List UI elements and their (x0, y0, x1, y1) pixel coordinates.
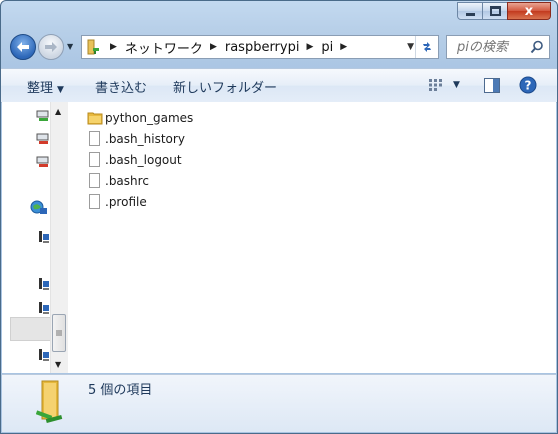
search-icon[interactable] (530, 40, 544, 58)
file-name: .bashrc (105, 173, 149, 188)
maximize-icon (489, 6, 501, 16)
item-count: 5 個の項目 (88, 383, 153, 398)
search-input[interactable] (457, 39, 529, 55)
network-folder-large-icon (35, 379, 76, 427)
list-item[interactable]: .bashrc (87, 171, 149, 190)
computer-icon[interactable] (36, 229, 50, 248)
navigation-pane: ▲ ▼ (2, 102, 68, 373)
breadcrumb-separator-icon[interactable]: ▶ (340, 42, 347, 52)
minimize-button[interactable] (457, 2, 483, 20)
chevron-down-icon: ▼ (57, 85, 64, 95)
close-button[interactable]: x (507, 2, 551, 20)
navigation-pane-scrollbar[interactable]: ▲ ▼ (50, 102, 68, 373)
back-button[interactable] (10, 34, 36, 60)
breadcrumb-raspberrypi[interactable]: raspberrypi (225, 40, 300, 55)
list-item[interactable]: python_games (87, 108, 193, 127)
organize-button[interactable]: 整理 ▼ (27, 77, 64, 96)
network-folder-icon (85, 38, 103, 56)
preview-pane-icon (484, 78, 500, 93)
explorer-window: x ▼ ▶ ネットワーク ▶ raspberrypi ▶ pi ▶ ▼ piの検… (0, 0, 558, 434)
scrollbar-thumb[interactable] (52, 314, 66, 352)
breadcrumb-separator-icon[interactable]: ▶ (210, 42, 217, 52)
breadcrumb-pi[interactable]: pi (321, 40, 333, 55)
recent-pages-dropdown[interactable]: ▼ (67, 42, 73, 51)
address-bar[interactable]: ▶ ネットワーク ▶ raspberrypi ▶ pi ▶ ▼ (81, 35, 439, 59)
breadcrumb-separator-icon[interactable]: ▶ (110, 42, 117, 52)
network-drive-icon[interactable] (36, 108, 50, 127)
preview-pane-button[interactable] (484, 78, 500, 97)
maximize-button[interactable] (482, 2, 508, 20)
refresh-icon (423, 42, 431, 52)
file-list: python_games .bash_history .bash_logout … (68, 102, 556, 373)
details-pane: 5 個の項目 (2, 374, 556, 432)
organize-label: 整理 (27, 81, 54, 96)
network-globe-icon[interactable] (30, 200, 48, 220)
document-icon (87, 193, 103, 210)
breadcrumb-separator-icon[interactable]: ▶ (306, 42, 313, 52)
refresh-button[interactable] (415, 36, 438, 58)
document-icon (87, 151, 103, 168)
scroll-up-icon[interactable]: ▲ (55, 107, 61, 116)
search-box[interactable] (446, 35, 550, 59)
forward-arrow-icon (45, 42, 57, 52)
list-item[interactable]: .profile (87, 192, 147, 211)
file-name: .bash_history (105, 131, 185, 146)
views-icon (429, 79, 442, 91)
folder-icon (87, 110, 103, 126)
command-bar: 整理 ▼ 書き込む 新しいフォルダー ▼ ? (1, 68, 557, 103)
computer-icon[interactable] (36, 276, 50, 295)
selected-nav-item[interactable] (10, 317, 51, 341)
navigation-bar: ▼ ▶ ネットワーク ▶ raspberrypi ▶ pi ▶ ▼ (1, 30, 557, 64)
file-name: python_games (105, 110, 194, 125)
scroll-down-icon[interactable]: ▼ (55, 360, 61, 369)
minimize-icon (465, 12, 475, 16)
forward-button[interactable] (38, 34, 64, 60)
list-item[interactable]: .bash_history (87, 129, 185, 148)
address-dropdown-icon[interactable]: ▼ (407, 42, 414, 52)
help-icon: ? (519, 76, 537, 94)
document-icon (87, 172, 103, 189)
change-view-button[interactable] (428, 78, 444, 96)
help-button[interactable]: ? (519, 76, 537, 98)
document-icon (87, 130, 103, 147)
file-name: .profile (105, 194, 147, 209)
computer-icon[interactable] (36, 347, 50, 366)
svg-text:?: ? (525, 79, 532, 93)
close-icon: x (524, 3, 534, 19)
write-button[interactable]: 書き込む (95, 77, 147, 96)
network-drive-disconnected-icon[interactable] (36, 131, 50, 150)
file-name: .bash_logout (105, 152, 182, 167)
list-item[interactable]: .bash_logout (87, 150, 182, 169)
caption-buttons: x (457, 2, 551, 20)
views-dropdown-icon[interactable]: ▼ (453, 80, 460, 90)
network-drive-disconnected-icon[interactable] (36, 154, 50, 173)
grip-icon (56, 330, 62, 336)
back-arrow-icon (17, 42, 29, 52)
breadcrumb-network[interactable]: ネットワーク (125, 38, 203, 57)
new-folder-button[interactable]: 新しいフォルダー (173, 77, 277, 96)
